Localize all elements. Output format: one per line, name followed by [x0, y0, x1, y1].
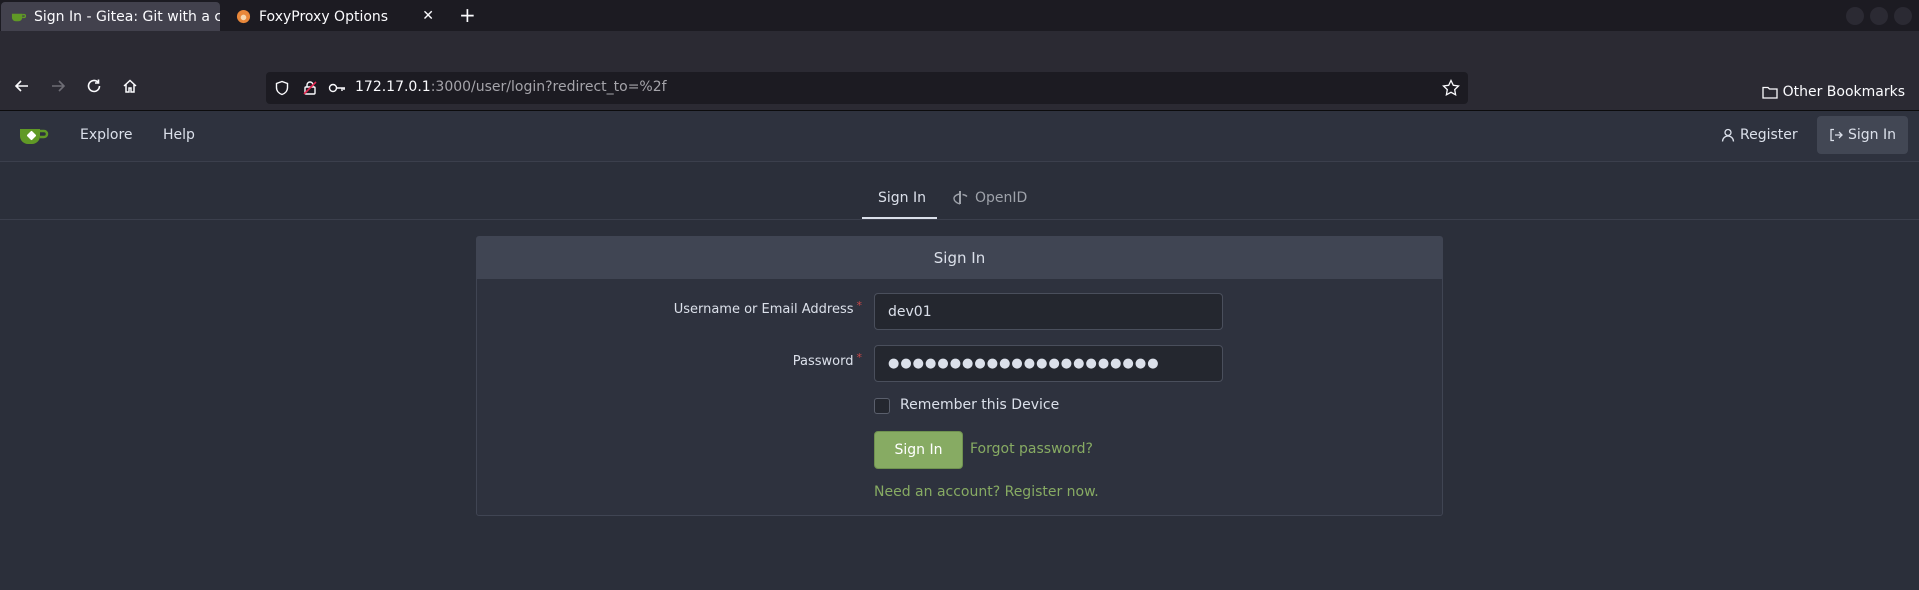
- browser-toolbar: 172.17.0.1:3000/user/login?redirect_to=%…: [0, 31, 1919, 111]
- nav-help[interactable]: Help: [163, 127, 195, 143]
- bookmark-star-icon[interactable]: [1442, 79, 1460, 97]
- nav-register-label: Register: [1740, 127, 1798, 143]
- auth-method-tabs: Sign In OpenID: [0, 163, 1919, 220]
- forward-arrow-icon: [52, 80, 66, 92]
- browser-tab-bar: Sign In - Gitea: Git with a cup of tea F…: [0, 0, 1919, 31]
- url-host: 172.17.0.1: [355, 79, 431, 95]
- tab-title: Sign In - Gitea: Git with a cup of tea: [34, 8, 220, 25]
- tab-openid[interactable]: OpenID: [953, 190, 1027, 206]
- shield-icon: [275, 80, 289, 96]
- forgot-password-link[interactable]: Forgot password?: [970, 441, 1093, 457]
- username-label-text: Username or Email Address: [673, 302, 854, 317]
- nav-sign-in-button[interactable]: Sign In: [1817, 116, 1908, 154]
- tab-sign-in[interactable]: Sign In: [878, 190, 926, 206]
- key-icon[interactable]: [328, 80, 346, 96]
- sign-in-submit-button[interactable]: Sign In: [874, 431, 963, 469]
- sign-in-card-header: Sign In: [477, 237, 1442, 279]
- forward-button[interactable]: [48, 76, 68, 96]
- new-tab-button[interactable]: +: [459, 4, 476, 26]
- username-label: Username or Email Address *: [673, 299, 863, 317]
- sign-in-icon: [1830, 128, 1843, 142]
- other-bookmarks-label: Other Bookmarks: [1782, 84, 1905, 100]
- home-icon: [123, 79, 137, 93]
- url-text[interactable]: 172.17.0.1:3000/user/login?redirect_to=%…: [355, 79, 667, 95]
- tab-title: FoxyProxy Options: [259, 8, 389, 25]
- person-icon: [1721, 128, 1735, 142]
- username-value: dev01: [888, 303, 932, 320]
- gitea-navbar: Explore Help Register Sign In: [0, 111, 1919, 162]
- active-tab-indicator: [862, 217, 937, 219]
- minimize-window-button[interactable]: [1846, 7, 1864, 25]
- back-button[interactable]: [12, 76, 32, 96]
- sign-in-card: Sign In Username or Email Address * dev01…: [476, 236, 1443, 516]
- username-field[interactable]: dev01: [874, 293, 1223, 330]
- url-bar[interactable]: 172.17.0.1:3000/user/login?redirect_to=%…: [266, 72, 1468, 104]
- password-mask: ●●●●●●●●●●●●●●●●●●●●●●: [888, 356, 1160, 371]
- tab-foxyproxy[interactable]: FoxyProxy Options ✕: [226, 2, 442, 31]
- reload-button[interactable]: [84, 76, 104, 96]
- maximize-window-button[interactable]: [1870, 7, 1888, 25]
- folder-icon: [1761, 86, 1778, 99]
- nav-register[interactable]: Register: [1721, 127, 1798, 143]
- close-window-button[interactable]: [1894, 7, 1912, 25]
- tab-gitea-sign-in[interactable]: Sign In - Gitea: Git with a cup of tea: [1, 2, 220, 31]
- url-path: :3000/user/login?redirect_to=%2f: [430, 79, 667, 95]
- password-label: Password *: [792, 351, 863, 369]
- gitea-favicon-icon: [11, 13, 26, 22]
- remember-device-checkbox[interactable]: [874, 398, 890, 414]
- reload-icon: [87, 79, 101, 93]
- home-button[interactable]: [120, 76, 140, 96]
- foxyproxy-favicon-icon: [236, 9, 251, 24]
- openid-icon: [953, 191, 968, 205]
- required-mark: *: [856, 351, 863, 364]
- password-field[interactable]: ●●●●●●●●●●●●●●●●●●●●●●: [874, 345, 1223, 382]
- back-arrow-icon: [14, 80, 28, 92]
- nav-explore[interactable]: Explore: [80, 127, 133, 143]
- required-mark: *: [856, 299, 863, 312]
- other-bookmarks[interactable]: Other Bookmarks: [1761, 84, 1905, 100]
- gitea-logo-icon[interactable]: [18, 124, 50, 148]
- register-now-link[interactable]: Need an account? Register now.: [874, 484, 1099, 500]
- tab-openid-label: OpenID: [975, 190, 1028, 206]
- password-label-text: Password: [792, 354, 854, 369]
- insecure-lock-icon: [303, 81, 317, 95]
- nav-sign-in-label: Sign In: [1848, 127, 1896, 143]
- remember-device-label[interactable]: Remember this Device: [900, 397, 1059, 413]
- close-icon[interactable]: ✕: [422, 8, 434, 24]
